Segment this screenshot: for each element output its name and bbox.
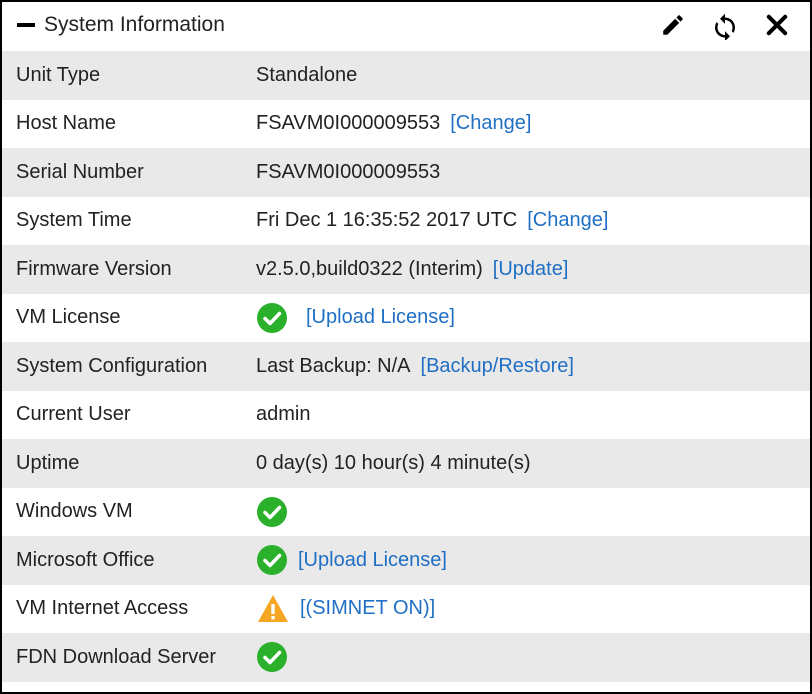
check-circle-icon [256, 496, 288, 528]
label-unit-type: Unit Type [16, 64, 256, 87]
update-firmware-link[interactable]: [Update] [493, 258, 569, 281]
row-system-time: System Time Fri Dec 1 16:35:52 2017 UTC … [2, 197, 810, 246]
value-system-configuration: Last Backup: N/A [256, 355, 411, 378]
row-windows-vm: Windows VM [2, 488, 810, 537]
label-host-name: Host Name [16, 112, 256, 135]
value-uptime: 0 day(s) 10 hour(s) 4 minute(s) [256, 452, 531, 475]
value-unit-type: Standalone [256, 64, 357, 87]
row-vm-internet-access: VM Internet Access [(SIMNET ON)] [2, 585, 810, 634]
panel-header: System Information [2, 2, 810, 51]
row-current-user: Current User admin [2, 391, 810, 440]
label-microsoft-office: Microsoft Office [16, 549, 256, 572]
value-current-user: admin [256, 403, 310, 426]
row-fdn-download-server: FDN Download Server [2, 633, 810, 682]
simnet-toggle-link[interactable]: [(SIMNET ON)] [300, 597, 435, 620]
label-fdn-download-server: FDN Download Server [16, 646, 256, 669]
label-firmware-version: Firmware Version [16, 258, 256, 281]
row-serial-number: Serial Number FSAVM0I000009553 [2, 148, 810, 197]
check-circle-icon [256, 544, 288, 576]
row-microsoft-office: Microsoft Office [Upload License] [2, 536, 810, 585]
row-system-configuration: System Configuration Last Backup: N/A [B… [2, 342, 810, 391]
label-current-user: Current User [16, 403, 256, 426]
collapse-icon[interactable] [16, 15, 36, 35]
label-system-time: System Time [16, 209, 256, 232]
change-host-name-link[interactable]: [Change] [450, 112, 531, 135]
edit-icon[interactable] [658, 10, 688, 40]
info-table: Unit Type Standalone Host Name FSAVM0I00… [2, 51, 810, 682]
panel-header-actions [658, 10, 796, 40]
check-circle-icon [256, 302, 288, 334]
row-uptime: Uptime 0 day(s) 10 hour(s) 4 minute(s) [2, 439, 810, 488]
label-vm-license: VM License [16, 306, 256, 329]
label-windows-vm: Windows VM [16, 500, 256, 523]
row-vm-license: VM License [Upload License] [2, 294, 810, 343]
label-system-configuration: System Configuration [16, 355, 256, 378]
warning-triangle-icon [256, 592, 290, 626]
upload-vm-license-link[interactable]: [Upload License] [306, 306, 455, 329]
label-uptime: Uptime [16, 452, 256, 475]
value-serial-number: FSAVM0I000009553 [256, 161, 440, 184]
label-serial-number: Serial Number [16, 161, 256, 184]
row-unit-type: Unit Type Standalone [2, 51, 810, 100]
panel-title: System Information [44, 13, 225, 37]
value-host-name: FSAVM0I000009553 [256, 112, 440, 135]
panel-header-left: System Information [16, 13, 658, 37]
value-firmware-version: v2.5.0,build0322 (Interim) [256, 258, 483, 281]
close-icon[interactable] [762, 10, 792, 40]
refresh-icon[interactable] [710, 10, 740, 40]
row-firmware-version: Firmware Version v2.5.0,build0322 (Inter… [2, 245, 810, 294]
backup-restore-link[interactable]: [Backup/Restore] [421, 355, 574, 378]
row-host-name: Host Name FSAVM0I000009553 [Change] [2, 100, 810, 149]
label-vm-internet-access: VM Internet Access [16, 597, 256, 620]
upload-office-license-link[interactable]: [Upload License] [298, 549, 447, 572]
change-system-time-link[interactable]: [Change] [527, 209, 608, 232]
check-circle-icon [256, 641, 288, 673]
value-system-time: Fri Dec 1 16:35:52 2017 UTC [256, 209, 517, 232]
